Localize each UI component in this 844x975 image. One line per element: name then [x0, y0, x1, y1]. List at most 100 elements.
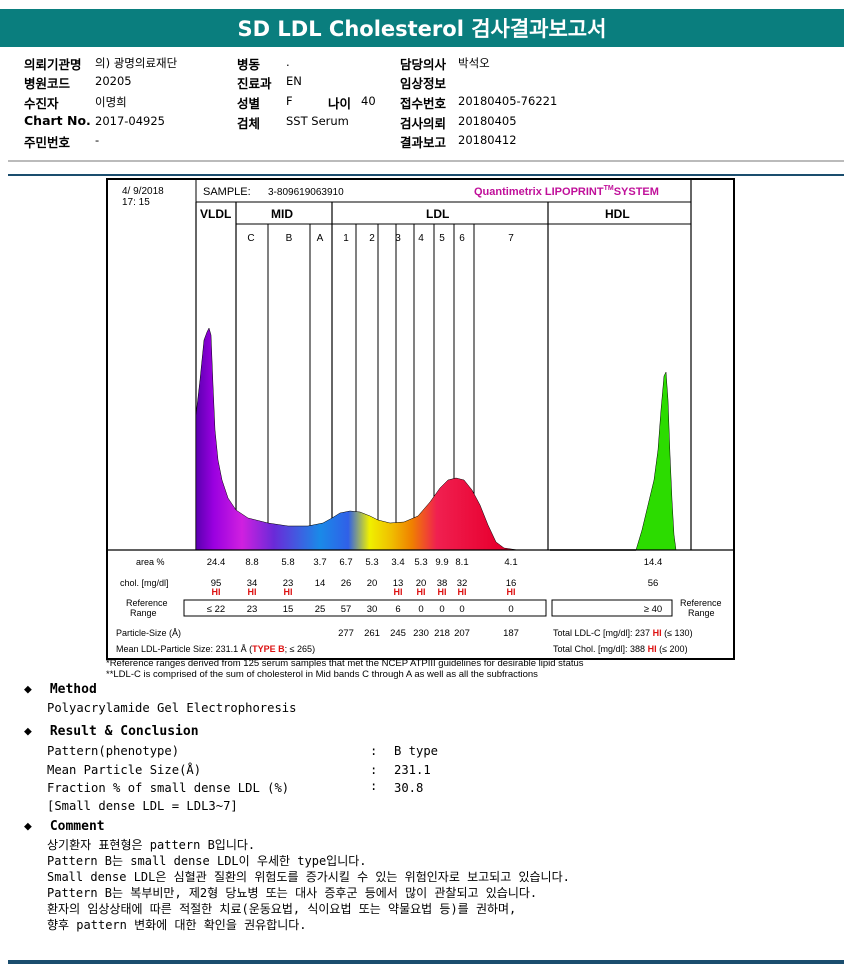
diamond-icon: ◆: [24, 682, 32, 697]
label-ward: 병동: [237, 57, 261, 72]
ref-value: ≤ 22: [207, 604, 225, 615]
report-time: 17: 15: [122, 197, 150, 208]
result-value: B type: [394, 744, 439, 758]
area-value: 4.1: [504, 557, 517, 568]
total-ldl: Total LDL-C [mg/dl]: 237 HI (≤ 130): [553, 628, 693, 638]
group-ldl: LDL: [426, 207, 449, 221]
label-report-date: 결과보고: [400, 135, 447, 150]
area-value: 8.8: [245, 557, 258, 568]
row-label-chol: chol. [mg/dl]: [120, 578, 169, 588]
result-note: [Small dense LDL = LDL3~7]: [47, 799, 238, 813]
chol-value: 20: [367, 578, 378, 589]
band-label: 4: [418, 233, 424, 244]
ref-value: 6: [395, 604, 400, 615]
hi-flag: HI: [417, 587, 426, 597]
divider: [8, 960, 844, 964]
ref-value: 0: [508, 604, 513, 615]
diamond-icon: ◆: [24, 724, 32, 739]
comment-line: 향후 pattern 변화에 대한 확인을 권유합니다.: [47, 918, 307, 932]
method-text: Polyacrylamide Gel Electrophoresis: [47, 701, 297, 715]
report-date: 4/ 9/2018: [122, 186, 164, 197]
band-label: A: [317, 233, 324, 244]
ref-value: 15: [283, 604, 294, 615]
area-value: 3.7: [313, 557, 326, 568]
value-ward: .: [286, 55, 290, 69]
area-value: 6.7: [339, 557, 352, 568]
divider: [8, 160, 844, 162]
chol-value: 56: [648, 578, 659, 589]
label-requester: 의뢰기관명: [24, 57, 82, 72]
hi-flag: HI: [212, 587, 221, 597]
area-value: 3.4: [391, 557, 404, 568]
value-doctor: 박석오: [458, 56, 490, 70]
sample-id: 3-809619063910: [268, 187, 344, 198]
result-colon: :: [370, 763, 378, 777]
label-specimen: 검체: [237, 116, 261, 131]
row-label-ref-right: Reference Range: [680, 598, 722, 618]
value-request-date: 20180405: [458, 114, 517, 128]
band-label: 7: [508, 233, 514, 244]
area-value: 14.4: [644, 557, 663, 568]
diamond-icon: ◆: [24, 819, 32, 834]
value-hospital-code: 20205: [95, 74, 132, 88]
total-chol: Total Chol. [mg/dl]: 388 HI (≤ 200): [553, 644, 688, 654]
divider: [8, 174, 844, 176]
result-colon: :: [370, 779, 378, 793]
area-value: 5.8: [281, 557, 294, 568]
particle-size-value: 207: [454, 628, 470, 639]
comment-line: 상기환자 표현형은 pattern B입니다.: [47, 838, 256, 852]
label-chart-no: Chart No.: [24, 113, 91, 128]
particle-size-value: 218: [434, 628, 450, 639]
label-sex: 성별: [237, 96, 261, 111]
hi-flag: HI: [394, 587, 403, 597]
band-label: 5: [439, 233, 445, 244]
band-label: 2: [369, 233, 375, 244]
electrophoresis-chart: 4/ 9/2018 17: 15 SAMPLE: 3-809619063910 …: [108, 180, 733, 654]
chol-value: 14: [315, 578, 326, 589]
value-resident-no: -: [95, 133, 100, 147]
value-receipt-no: 20180405-76221: [458, 94, 558, 108]
band-label: 6: [459, 233, 465, 244]
lipoprint-report: 4/ 9/2018 17: 15 SAMPLE: 3-809619063910 …: [106, 178, 735, 660]
value-patient: 이명희: [95, 95, 127, 109]
ref-value: 0: [459, 604, 464, 615]
method-heading: ◆ Method: [24, 682, 97, 697]
footnote: *Reference ranges derived from 125 serum…: [106, 658, 584, 669]
sample-label: SAMPLE:: [203, 186, 251, 198]
result-value: 30.8: [394, 781, 424, 795]
label-age: 나이: [328, 96, 352, 111]
ref-value: ≥ 40: [644, 604, 662, 615]
result-label: Pattern(phenotype): [47, 744, 180, 758]
comment-heading: ◆ Comment: [24, 819, 105, 834]
row-label-area: area %: [136, 557, 165, 567]
particle-size-value: 261: [364, 628, 380, 639]
ref-value: 57: [341, 604, 352, 615]
result-value: 231.1: [394, 763, 431, 777]
value-sex: F: [286, 94, 293, 108]
chol-value: 26: [341, 578, 352, 589]
value-specimen: SST Serum: [286, 114, 349, 128]
band-label: C: [247, 233, 254, 244]
hi-flag: HI: [507, 587, 516, 597]
area-value: 24.4: [207, 557, 226, 568]
result-heading: ◆ Result & Conclusion: [24, 724, 199, 739]
row-label-ref: Reference Range: [126, 598, 168, 618]
result-label: Fraction % of small dense LDL (%): [47, 781, 290, 795]
hi-flag: HI: [438, 587, 447, 597]
report-title: SD LDL Cholesterol 검사결과보고서: [0, 9, 844, 47]
comment-line: Pattern B는 복부비만, 제2형 당뇨병 또는 대사 증후군 등에서 많…: [47, 886, 538, 900]
comment-line: Pattern B는 small dense LDL이 우세한 type입니다.: [47, 854, 367, 868]
mean-ldl-size: Mean LDL-Particle Size: 231.1 Å (TYPE B;…: [116, 644, 315, 654]
comment-line: Small dense LDL은 심혈관 질환의 위험도를 증가시킬 수 있는 …: [47, 870, 570, 884]
value-chart-no: 2017-04925: [95, 114, 165, 128]
particle-size-value: 230: [413, 628, 429, 639]
footnotes: *Reference ranges derived from 125 serum…: [106, 658, 584, 680]
lipoprotein-curve: [195, 327, 548, 551]
area-value: 8.1: [455, 557, 468, 568]
brand-name: Quantimetrix LIPOPRINTTMSYSTEM: [474, 185, 659, 198]
result-colon: :: [370, 744, 378, 758]
label-receipt-no: 접수번호: [400, 96, 447, 111]
value-requester: 의) 광명의료재단: [95, 56, 178, 70]
particle-size-value: 187: [503, 628, 519, 639]
ref-value: 0: [418, 604, 423, 615]
